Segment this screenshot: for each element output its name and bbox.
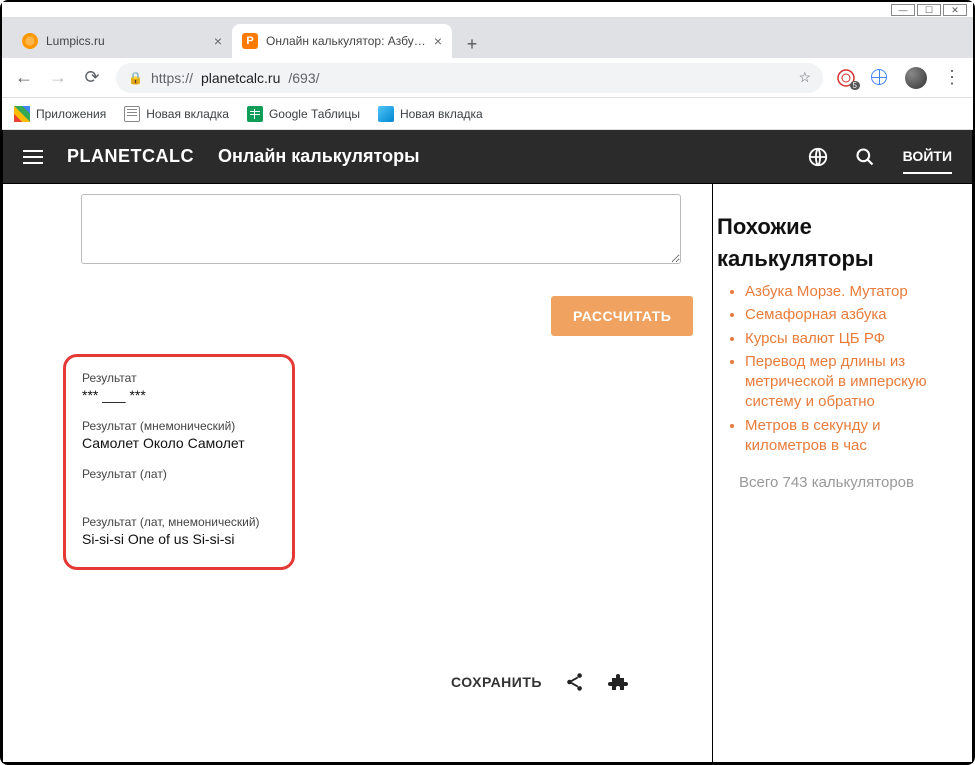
bookmark-item-2[interactable]: Новая вкладка: [378, 106, 483, 122]
result-mnemonic-value: Самолет Около Самолет: [82, 435, 276, 453]
favicon-icon: P: [242, 33, 258, 49]
profile-avatar[interactable]: [905, 67, 927, 89]
result-mnemonic-label: Результат (мнемонический): [82, 419, 276, 433]
page-content: РАССЧИТАТЬ Результат *** ___ *** Результ…: [2, 184, 973, 763]
sidebar-title-2: калькуляторы: [717, 246, 954, 272]
result-lat-mnemonic-label: Результат (лат, мнемонический): [82, 515, 276, 529]
search-icon[interactable]: [855, 147, 879, 167]
bookmarks-bar: Приложения Новая вкладка Google Таблицы …: [2, 98, 973, 130]
browser-menu-icon[interactable]: ⋮: [943, 67, 961, 88]
globe-extension-icon[interactable]: [871, 69, 889, 87]
bookmark-label: Новая вкладка: [400, 107, 483, 121]
site-header: PLANETCALC Онлайн калькуляторы ВОЙТИ: [2, 130, 973, 184]
menu-button[interactable]: [23, 150, 43, 164]
bookmark-item-0[interactable]: Новая вкладка: [124, 106, 229, 122]
bookmark-star-icon[interactable]: ☆: [798, 69, 811, 86]
favicon-icon: [22, 33, 38, 49]
result-value: *** ___ ***: [82, 387, 276, 405]
window-minimize[interactable]: —: [891, 4, 915, 16]
browser-tabstrip: Lumpics.ru × P Онлайн калькулятор: Азбук…: [2, 18, 973, 58]
results-panel: Результат *** ___ *** Результат (мнемони…: [63, 354, 295, 570]
tab-close-icon[interactable]: ×: [214, 33, 222, 49]
bookmark-label: Google Таблицы: [269, 107, 360, 121]
sheets-icon: [247, 106, 263, 122]
tab-title: Онлайн калькулятор: Азбука М…: [266, 34, 426, 48]
reload-button[interactable]: ⟳: [82, 67, 102, 88]
apps-shortcut[interactable]: Приложения: [14, 106, 106, 122]
forward-button[interactable]: →: [48, 67, 68, 88]
adblock-extension-icon[interactable]: 5: [837, 69, 855, 87]
bookmark-label: Приложения: [36, 107, 106, 121]
new-tab-button[interactable]: +: [458, 30, 486, 58]
share-icon[interactable]: [564, 671, 586, 693]
related-link-3[interactable]: Перевод мер длины из метрической в импер…: [745, 352, 954, 413]
page-icon: [124, 106, 140, 122]
extension-badge: 5: [850, 81, 860, 90]
browser-tab-0[interactable]: Lumpics.ru ×: [12, 24, 232, 58]
url-protocol: https://: [151, 70, 193, 86]
picture-icon: [378, 106, 394, 122]
bookmark-label: Новая вкладка: [146, 107, 229, 121]
brand-subtitle: Онлайн калькуляторы: [218, 146, 419, 167]
related-link-2[interactable]: Курсы валют ЦБ РФ: [745, 329, 954, 349]
sidebar-total: Всего 743 калькуляторов: [717, 472, 954, 493]
extensions-area: 5 ⋮: [837, 67, 961, 89]
browser-tab-1[interactable]: P Онлайн калькулятор: Азбука М… ×: [232, 24, 452, 58]
language-icon[interactable]: [807, 146, 831, 168]
related-link-4[interactable]: Метров в секунду и километров в час: [745, 416, 954, 457]
result-lat-value: [82, 483, 276, 501]
related-link-0[interactable]: Азбука Морзе. Мутатор: [745, 282, 954, 302]
sidebar-title-1: Похожие: [717, 214, 954, 240]
result-actions: СОХРАНИТЬ: [451, 670, 632, 694]
url-host: planetcalc.ru: [201, 70, 280, 86]
brand-logo[interactable]: PLANETCALC: [67, 146, 194, 167]
related-list: Азбука Морзе. Мутатор Семафорная азбука …: [717, 282, 954, 456]
input-textarea[interactable]: [81, 194, 681, 264]
address-bar[interactable]: 🔒 https:// planetcalc.ru/693/ ☆: [116, 63, 823, 93]
window-close[interactable]: ✕: [943, 4, 967, 16]
url-path: /693/: [288, 70, 319, 86]
result-lat-mnemonic-value: Si-si-si One of us Si-si-si: [82, 531, 276, 549]
save-button[interactable]: СОХРАНИТЬ: [451, 674, 542, 690]
lock-icon: 🔒: [128, 71, 143, 85]
main-column: РАССЧИТАТЬ Результат *** ___ *** Результ…: [2, 184, 713, 763]
tab-title: Lumpics.ru: [46, 34, 206, 48]
window-titlebar: — ☐ ✕: [2, 2, 973, 18]
puzzle-icon[interactable]: [608, 670, 632, 694]
window-maximize[interactable]: ☐: [917, 4, 941, 16]
login-link[interactable]: ВОЙТИ: [903, 148, 952, 174]
tab-close-icon[interactable]: ×: [434, 33, 442, 49]
result-lat-label: Результат (лат): [82, 467, 276, 481]
bookmark-item-1[interactable]: Google Таблицы: [247, 106, 360, 122]
browser-toolbar: ← → ⟳ 🔒 https:// planetcalc.ru/693/ ☆ 5 ⋮: [2, 58, 973, 98]
back-button[interactable]: ←: [14, 67, 34, 88]
related-link-1[interactable]: Семафорная азбука: [745, 305, 954, 325]
result-label: Результат: [82, 371, 276, 385]
sidebar: Похожие калькуляторы Азбука Морзе. Мутат…: [713, 184, 973, 763]
calculate-button[interactable]: РАССЧИТАТЬ: [551, 296, 693, 336]
apps-icon: [14, 106, 30, 122]
